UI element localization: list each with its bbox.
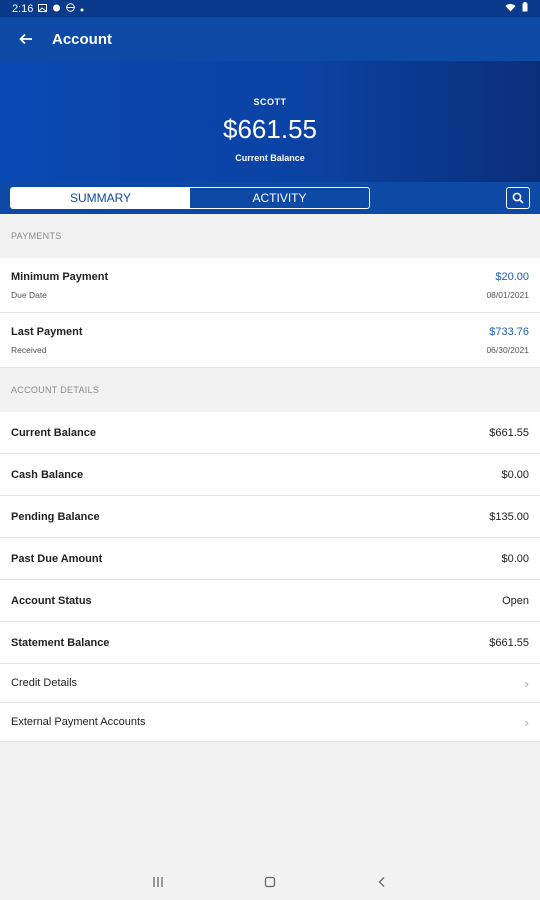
detail-label: Current Balance bbox=[11, 426, 96, 439]
tab-bar: SUMMARY ACTIVITY bbox=[0, 182, 540, 214]
globe-icon bbox=[66, 2, 76, 15]
detail-label: Pending Balance bbox=[11, 510, 100, 523]
home-button[interactable] bbox=[264, 875, 276, 893]
detail-label: Statement Balance bbox=[11, 636, 110, 649]
cloud-icon bbox=[52, 3, 61, 15]
section-account-details-heading: ACCOUNT DETAILS bbox=[11, 385, 100, 395]
search-button[interactable] bbox=[506, 187, 530, 209]
detail-value: Open bbox=[502, 594, 529, 607]
received-label: Received bbox=[11, 345, 47, 355]
detail-row-past-due-amount: Past Due Amount $0.00 bbox=[0, 538, 540, 580]
section-payments-heading: PAYMENTS bbox=[11, 231, 62, 241]
detail-value: $661.55 bbox=[489, 636, 529, 649]
due-date-value: 08/01/2021 bbox=[486, 290, 529, 300]
last-payment-label: Last Payment bbox=[11, 326, 83, 338]
detail-value: $661.55 bbox=[489, 426, 529, 439]
link-label: Credit Details bbox=[11, 677, 78, 689]
detail-row-current-balance: Current Balance $661.55 bbox=[0, 412, 540, 454]
detail-label: Past Due Amount bbox=[11, 552, 103, 565]
status-time: 2:16 bbox=[12, 2, 34, 15]
chevron-right-icon: › bbox=[524, 714, 529, 730]
battery-icon bbox=[522, 2, 528, 15]
due-date-label: Due Date bbox=[11, 290, 47, 300]
segmented-tabs: SUMMARY ACTIVITY bbox=[10, 187, 370, 209]
credit-details-link[interactable]: Credit Details › bbox=[0, 664, 540, 703]
chevron-left-icon bbox=[378, 877, 385, 887]
detail-row-statement-balance: Statement Balance $661.55 bbox=[0, 622, 540, 664]
last-payment-row: Last Payment Received $733.76 06/30/2021 bbox=[0, 313, 540, 368]
arrow-left-icon bbox=[19, 33, 32, 45]
external-payment-accounts-link[interactable]: External Payment Accounts › bbox=[0, 703, 540, 742]
dot-icon bbox=[80, 3, 84, 15]
detail-row-account-status: Account Status Open bbox=[0, 580, 540, 622]
recent-apps-button[interactable] bbox=[152, 875, 164, 893]
last-payment-amount: $733.76 bbox=[489, 326, 529, 338]
chevron-right-icon: › bbox=[524, 675, 529, 691]
account-holder-name: SCOTT bbox=[253, 97, 287, 107]
search-icon bbox=[512, 192, 524, 204]
detail-value: $0.00 bbox=[501, 468, 529, 481]
system-nav-bar bbox=[0, 868, 540, 900]
gallery-icon bbox=[38, 3, 48, 15]
minimum-payment-amount: $20.00 bbox=[495, 271, 529, 283]
home-icon bbox=[264, 876, 276, 888]
detail-row-cash-balance: Cash Balance $0.00 bbox=[0, 454, 540, 496]
page-title: Account bbox=[52, 30, 112, 48]
detail-row-pending-balance: Pending Balance $135.00 bbox=[0, 496, 540, 538]
detail-label: Cash Balance bbox=[11, 468, 84, 481]
recent-apps-icon bbox=[153, 877, 163, 887]
current-balance-amount: $661.55 bbox=[223, 114, 317, 144]
minimum-payment-row: Minimum Payment Due Date $20.00 08/01/20… bbox=[0, 258, 540, 313]
app-bar: Account bbox=[0, 17, 540, 61]
balance-header: SCOTT $661.55 Current Balance bbox=[0, 61, 540, 182]
detail-value: $0.00 bbox=[501, 552, 529, 565]
status-bar: 2:16 bbox=[0, 0, 540, 17]
minimum-payment-label: Minimum Payment bbox=[11, 271, 109, 283]
tab-summary[interactable]: SUMMARY bbox=[11, 188, 190, 208]
link-label: External Payment Accounts bbox=[11, 716, 146, 728]
detail-label: Account Status bbox=[11, 594, 92, 607]
received-date-value: 06/30/2021 bbox=[486, 345, 529, 355]
back-button[interactable] bbox=[0, 17, 52, 61]
detail-value: $135.00 bbox=[489, 510, 529, 523]
current-balance-caption: Current Balance bbox=[235, 153, 305, 163]
tab-activity[interactable]: ACTIVITY bbox=[190, 188, 369, 208]
system-back-button[interactable] bbox=[376, 875, 388, 893]
wifi-icon bbox=[505, 3, 516, 15]
